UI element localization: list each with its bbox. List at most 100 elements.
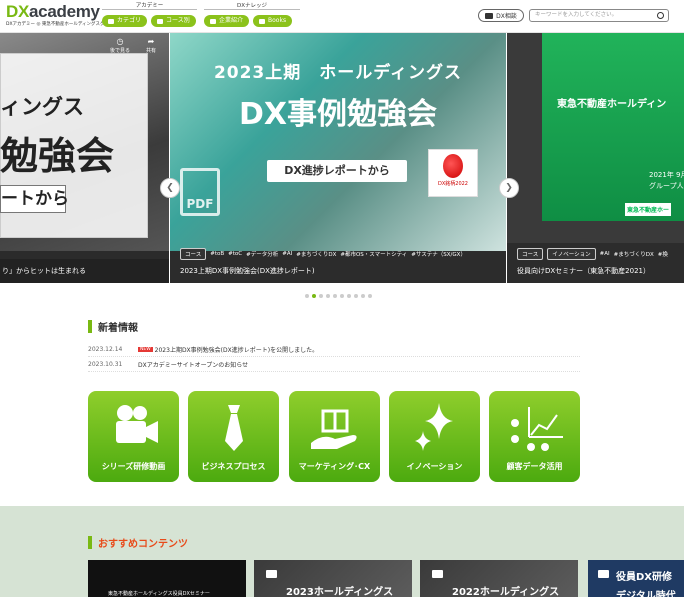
news-item[interactable]: 2023.12.14 NEW 2023上期DX事例勉強会(DX進捗レポート)を公… [88, 342, 580, 357]
dx-consult-button[interactable]: DX相談 [478, 9, 524, 22]
category-button-label: カテゴリ [117, 17, 142, 24]
hashtag[interactable]: #都市OS・スマートシティ [340, 250, 407, 258]
hashtag[interactable]: #toC [228, 251, 242, 257]
course-tag[interactable]: コース [180, 248, 207, 260]
carousel-dot[interactable] [354, 294, 358, 298]
slide-text-line1: ィングス [0, 95, 84, 119]
category-tile-innovation[interactable]: イノベーション [389, 391, 480, 482]
innovation-tag[interactable]: イノベーション [547, 248, 596, 260]
slide-green-panel [542, 33, 684, 221]
slide-caption[interactable]: 役員向けDXセミナー（東急不動産2021） [517, 266, 650, 276]
site-header: DXacademy DXアカデミー ◎ 東急不動産ホールディングスグループ アカ… [0, 0, 684, 33]
carousel-dot[interactable] [333, 294, 337, 298]
card-title: 2023ホールディングス [286, 587, 394, 597]
carousel-next-button[interactable]: ❯ [499, 178, 519, 198]
recommended-card[interactable]: 2023ホールディングス [254, 560, 412, 597]
carousel-dot[interactable] [340, 294, 344, 298]
news-title[interactable]: DXアカデミーサイトオープンのお知らせ [138, 360, 248, 369]
category-label: シリーズ研修動画 [101, 462, 166, 471]
course-tag[interactable]: コース [517, 248, 544, 260]
news-date: 2023.12.14 [88, 345, 123, 353]
hashtag[interactable]: #AI [282, 251, 292, 257]
slide-heading: 2023上期 ホールディングス [213, 63, 463, 83]
recommended-card[interactable]: 東急不動産ホールディングス役員DXセミナー [88, 560, 246, 597]
category-tile-marketing-cx[interactable]: マーケティング･CX [289, 391, 380, 482]
category-tile-series-video[interactable]: シリーズ研修動画 [88, 391, 179, 482]
watch-later-button[interactable]: ◷ 後で見る [110, 37, 130, 54]
books-button[interactable]: Books [253, 15, 293, 27]
carousel-dot[interactable] [326, 294, 330, 298]
hashtag[interactable]: #toB [210, 251, 224, 257]
hashtag[interactable]: #サステナ（SX/GX） [411, 250, 466, 258]
card-title: 役員DX研修 [616, 572, 673, 583]
card-title: 東急不動産ホールディングス役員DXセミナー [108, 591, 210, 597]
academy-nav-label: アカデミー [102, 3, 197, 10]
news-item[interactable]: 2023.10.31 DXアカデミーサイトオープンのお知らせ [88, 357, 580, 372]
category-tile-customer-data[interactable]: 顧客データ活用 [489, 391, 580, 482]
carousel-prev-button[interactable]: ❮ [160, 178, 180, 198]
carousel-dot[interactable] [361, 294, 365, 298]
site-logo[interactable]: DXacademy DXアカデミー ◎ 東急不動産ホールディングスグループ [6, 2, 118, 29]
slide-tags: コース イノベーション #AI #まちづくりDX #換 [517, 248, 668, 260]
pdf-icon: PDF [180, 168, 220, 216]
slide-caption[interactable]: 2023上期DX事例勉強会(DX進捗レポート) [180, 266, 315, 276]
carousel-pagination [305, 294, 372, 298]
category-button[interactable]: カテゴリ [102, 15, 148, 27]
slide-text-line2: 勉強会 [0, 134, 115, 178]
search-icon[interactable] [657, 12, 664, 19]
carousel-slide-next[interactable]: 東急不動産ホールディン 2021年 9月 グループ人 東急不動産ホー コース イ… [507, 33, 684, 283]
category-label: ビジネスプロセス [201, 462, 266, 471]
category-tile-business-process[interactable]: ビジネスプロセス [188, 391, 279, 482]
video-camera-icon [116, 405, 158, 443]
grid-icon [108, 18, 114, 24]
category-label: 顧客データ活用 [506, 462, 563, 471]
hashtag[interactable]: #まちづくりDX [614, 250, 654, 258]
recommended-card[interactable]: 2022ホールディングス [420, 560, 578, 597]
share-button[interactable]: ➦ 共有 [146, 37, 156, 54]
hashtag[interactable]: #データ分析 [246, 250, 278, 258]
dx-consult-label: DX相談 [496, 13, 517, 20]
hashtag[interactable]: #まちづくりDX [296, 250, 336, 258]
hashtag[interactable]: #AI [600, 251, 610, 257]
slide-date: 2021年 9月 [649, 171, 684, 179]
knowledge-nav-label: DXナレッジ [204, 3, 300, 10]
clock-icon: ◷ [116, 37, 124, 46]
carousel-dot[interactable] [319, 294, 323, 298]
news-title[interactable]: 2023上期DX事例勉強会(DX進捗レポート)を公開しました。 [155, 345, 318, 354]
recommended-heading-label: おすすめコンテンツ [98, 539, 188, 550]
building-icon [210, 18, 216, 24]
watch-later-label: 後で見る [110, 48, 131, 54]
carousel-dot[interactable] [347, 294, 351, 298]
logo-brand-suffix: academy [29, 2, 100, 21]
search-placeholder: キーワードを入力してください。 [535, 12, 618, 18]
hashtag[interactable]: #換 [658, 250, 668, 258]
award-label: DX銘柄2022 [437, 181, 468, 187]
slide-group: グループ人 [649, 182, 684, 190]
slide-heading: 東急不動産ホールディン [557, 99, 667, 110]
sparkle-icon [415, 403, 453, 451]
gift-hand-icon [311, 409, 357, 449]
search-input[interactable]: キーワードを入力してください。 [529, 9, 669, 22]
slide-logo: 東急不動産ホー [625, 203, 672, 216]
carousel-dot[interactable] [312, 294, 316, 298]
news-heading-label: 新着情報 [98, 323, 138, 334]
news-date: 2023.10.31 [88, 360, 123, 368]
recommended-heading: おすすめコンテンツ [88, 535, 188, 550]
course-button[interactable]: コース別 [151, 15, 196, 27]
company-intro-button[interactable]: 企業紹介 [204, 15, 250, 27]
slide-tags: コース #toB #toC #データ分析 #AI #まちづくりDX #都市OS・… [180, 248, 466, 260]
video-icon [266, 570, 277, 578]
award-logo-icon [443, 154, 463, 178]
knowledge-nav: DXナレッジ 企業紹介 Books [204, 3, 300, 31]
carousel-dot[interactable] [305, 294, 309, 298]
book-icon [259, 18, 266, 24]
carousel-slide-current[interactable]: 2023上期 ホールディングス DX事例勉強会 DX進捗レポートから PDF D… [170, 33, 506, 283]
carousel-slide-prev[interactable]: ィングス 勉強会 ートから ◷ 後で見る ➦ 共有 り」からヒットは生まれる [0, 33, 169, 283]
slide-from-box: ートから [0, 185, 69, 213]
carousel-dot[interactable] [368, 294, 372, 298]
logo-subtitle: DXアカデミー ◎ 東急不動産ホールディングスグループ [6, 22, 118, 27]
recommended-card[interactable]: 役員DX研修 デジタル時代 [588, 560, 684, 597]
books-label: Books [268, 17, 287, 24]
award-badge: DX銘柄2022 [428, 149, 478, 197]
hero-carousel: ィングス 勉強会 ートから ◷ 後で見る ➦ 共有 り」からヒットは生まれる 202… [0, 33, 684, 291]
